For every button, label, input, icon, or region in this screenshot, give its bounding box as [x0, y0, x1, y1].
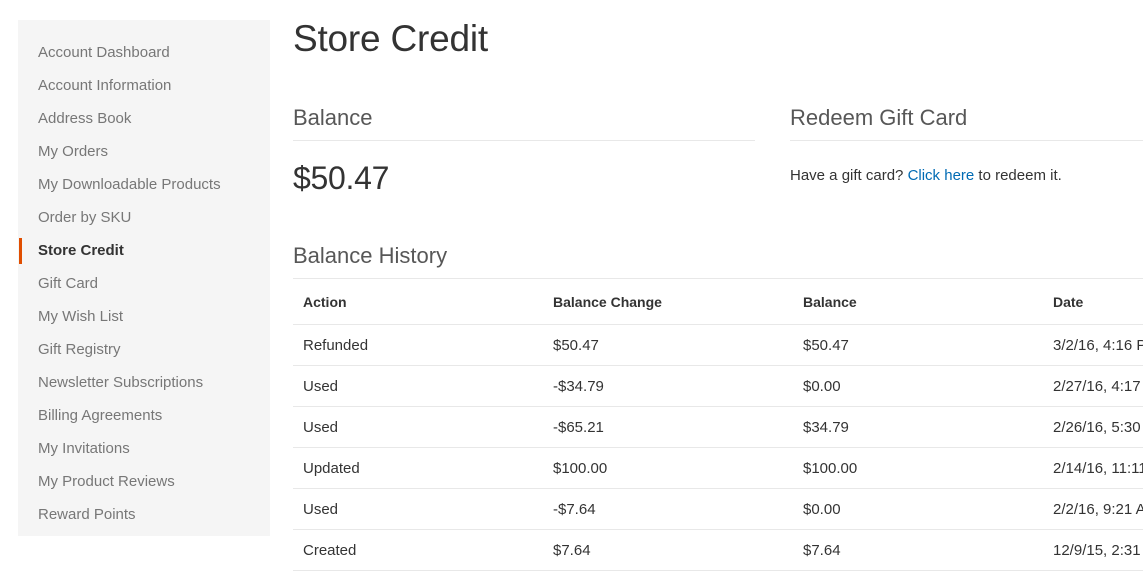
- redeem-instruction-text: Have a gift card? Click here to redeem i…: [790, 167, 1143, 184]
- table-row: Used-$34.79$0.002/27/16, 4:17 PM: [293, 365, 1143, 407]
- cell-balance: $34.79: [793, 406, 1043, 448]
- cell-change: $100.00: [543, 447, 793, 489]
- cell-date: 12/9/15, 2:31 PM: [1043, 529, 1143, 571]
- column-header-action[interactable]: Action: [293, 279, 543, 325]
- cell-balance: $0.00: [793, 488, 1043, 530]
- balance-history-heading: Balance History: [293, 243, 1143, 279]
- balance-history-table-body: Refunded$50.47$50.473/2/16, 4:16 PMUsed-…: [293, 324, 1143, 571]
- sidebar-item-reward-points[interactable]: Reward Points: [18, 498, 270, 531]
- balance-history-table: Action Balance Change Balance Date Refun…: [293, 279, 1143, 571]
- sidebar-item-store-credit[interactable]: Store Credit: [18, 234, 270, 267]
- sidebar-item-account-dashboard[interactable]: Account Dashboard: [18, 36, 270, 69]
- cell-change: $50.47: [543, 324, 793, 366]
- sidebar-item-gift-card[interactable]: Gift Card: [18, 267, 270, 300]
- sidebar-item-my-wish-list[interactable]: My Wish List: [18, 300, 270, 333]
- cell-change: -$7.64: [543, 488, 793, 530]
- cell-change: $7.64: [543, 529, 793, 571]
- sidebar-item-billing-agreements[interactable]: Billing Agreements: [18, 399, 270, 432]
- cell-balance: $50.47: [793, 324, 1043, 366]
- cell-action: Used: [293, 488, 543, 530]
- redeem-gift-card-block: Redeem Gift Card Have a gift card? Click…: [790, 105, 1143, 199]
- cell-date: 2/26/16, 5:30 PM: [1043, 406, 1143, 448]
- cell-action: Used: [293, 365, 543, 407]
- table-row: Refunded$50.47$50.473/2/16, 4:16 PM: [293, 324, 1143, 366]
- balance-amount: $50.47: [293, 160, 390, 196]
- account-sidebar-nav: Account Dashboard Account Information Addr…: [18, 20, 270, 536]
- main-content: Store Credit Balance $50.47 Redeem Gift …: [293, 0, 1143, 581]
- page-title: Store Credit: [293, 18, 489, 59]
- cell-action: Refunded: [293, 324, 543, 366]
- cell-balance: $0.00: [793, 365, 1043, 407]
- sidebar-item-gift-registry[interactable]: Gift Registry: [18, 333, 270, 366]
- redeem-text-after: to redeem it.: [974, 167, 1062, 184]
- table-row: Used-$7.64$0.002/2/16, 9:21 AM: [293, 488, 1143, 530]
- balance-history-section: Balance History Action Balance Change Ba…: [293, 243, 1143, 571]
- cell-date: 2/27/16, 4:17 PM: [1043, 365, 1143, 407]
- cell-date: 2/2/16, 9:21 AM: [1043, 488, 1143, 530]
- table-row: Updated$100.00$100.002/14/16, 11:11 AM: [293, 447, 1143, 489]
- sidebar-item-my-downloadable-products[interactable]: My Downloadable Products: [18, 168, 270, 201]
- sidebar-item-order-by-sku[interactable]: Order by SKU: [18, 201, 270, 234]
- sidebar-item-my-product-reviews[interactable]: My Product Reviews: [18, 465, 270, 498]
- redeem-gift-card-heading: Redeem Gift Card: [790, 105, 1143, 141]
- redeem-text-before: Have a gift card?: [790, 167, 908, 184]
- cell-action: Used: [293, 406, 543, 448]
- cell-balance: $7.64: [793, 529, 1043, 571]
- cell-balance: $100.00: [793, 447, 1043, 489]
- cell-change: -$34.79: [543, 365, 793, 407]
- cell-change: -$65.21: [543, 406, 793, 448]
- sidebar-item-account-information[interactable]: Account Information: [18, 69, 270, 102]
- column-header-balance[interactable]: Balance: [793, 279, 1043, 325]
- cell-date: 2/14/16, 11:11 AM: [1043, 447, 1143, 489]
- cell-action: Created: [293, 529, 543, 571]
- table-header-row: Action Balance Change Balance Date: [293, 279, 1143, 325]
- table-row: Created$7.64$7.6412/9/15, 2:31 PM: [293, 529, 1143, 571]
- sidebar-item-newsletter-subscriptions[interactable]: Newsletter Subscriptions: [18, 366, 270, 399]
- balance-history-table-head: Action Balance Change Balance Date: [293, 279, 1143, 325]
- cell-date: 3/2/16, 4:16 PM: [1043, 324, 1143, 366]
- column-header-date[interactable]: Date: [1043, 279, 1143, 325]
- table-row: Used-$65.21$34.792/26/16, 5:30 PM: [293, 406, 1143, 448]
- sidebar-item-address-book[interactable]: Address Book: [18, 102, 270, 135]
- column-header-balance-change[interactable]: Balance Change: [543, 279, 793, 325]
- sidebar-item-my-invitations[interactable]: My Invitations: [18, 432, 270, 465]
- sidebar-item-my-orders[interactable]: My Orders: [18, 135, 270, 168]
- cell-action: Updated: [293, 447, 543, 489]
- redeem-click-here-link[interactable]: Click here: [908, 167, 975, 184]
- balance-block: Balance $50.47: [293, 105, 755, 197]
- balance-heading: Balance: [293, 105, 755, 141]
